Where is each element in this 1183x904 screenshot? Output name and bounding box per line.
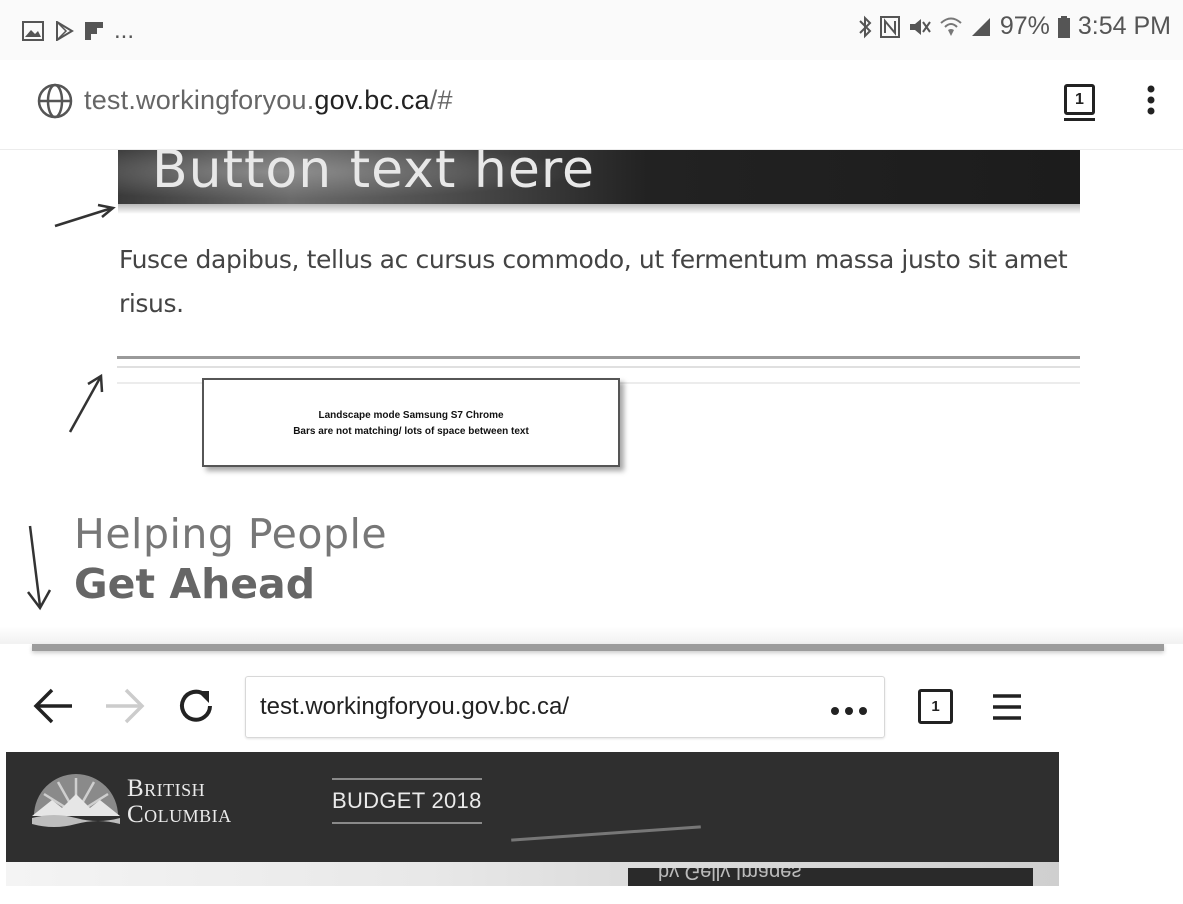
wifi-icon [940, 16, 962, 38]
content-divider-secondary [117, 366, 1080, 368]
battery-percent: 97% [999, 12, 1050, 40]
banner-text: Button text here [152, 150, 596, 200]
flipboard-icon [84, 21, 104, 41]
url-prefix: test.workingforyou. [84, 85, 315, 115]
status-bar: ... 97% 3:54 PM [0, 0, 1183, 60]
back-arrow-icon[interactable] [32, 686, 76, 731]
url-suffix: /# [429, 85, 453, 115]
hero-heading-line-1: Helping People [74, 510, 388, 558]
firefox-tabs-button[interactable]: 1 [918, 689, 953, 724]
hero-heading-line-2: Get Ahead [74, 560, 316, 608]
system-icons: 97% 3:54 PM [858, 12, 1171, 41]
notification-icons: ... [22, 17, 134, 45]
more-notifications: ... [114, 17, 135, 44]
chrome-address-bar: test.workingforyou.gov.bc.ca/# 1 [0, 60, 1183, 150]
mute-icon [908, 16, 932, 38]
annotation-note: Landscape mode Samsung S7 Chrome Bars ar… [202, 378, 620, 467]
annotation-streak [511, 825, 701, 842]
annotation-line-1: Landscape mode Samsung S7 Chrome [318, 410, 504, 421]
bc-logo-icon[interactable] [28, 762, 124, 839]
nfc-icon [879, 15, 900, 38]
bc-wordmark: British Columbia [127, 776, 232, 828]
annotation-arrow-right [54, 203, 116, 228]
page-actions-more-icon[interactable] [830, 703, 868, 721]
hero-image-credit-band: by Gelly Images [628, 868, 1033, 886]
reload-icon[interactable] [174, 684, 218, 733]
tab-switcher-button[interactable]: 1 [1064, 84, 1095, 121]
firefox-url-text: test.workingforyou.gov.bc.ca/ [260, 693, 570, 720]
bluetooth-icon [858, 15, 872, 39]
mirrored-credit-text: by Gelly Images [658, 868, 802, 883]
battery-icon [1057, 15, 1070, 38]
chrome-url[interactable]: test.workingforyou.gov.bc.ca/# [84, 85, 453, 116]
firefox-toolbar: test.workingforyou.gov.bc.ca/ 1 [0, 662, 1060, 752]
globe-icon[interactable] [36, 82, 74, 125]
annotation-arrow-up [68, 373, 104, 433]
screenshot-divider [32, 644, 1164, 651]
bc-site-header: British Columbia BUDGET 2018 [6, 752, 1059, 862]
signal-icon [970, 16, 992, 38]
banner-shadow [118, 204, 1080, 214]
firefox-url-bar[interactable]: test.workingforyou.gov.bc.ca/ [245, 676, 885, 738]
annotation-arrow-down [27, 525, 52, 611]
bc-wordmark-line-2: Columbia [127, 801, 232, 828]
kebab-menu-icon[interactable] [1145, 84, 1157, 121]
annotation-line-2: Bars are not matching/ lots of space bet… [293, 426, 529, 437]
clock: 3:54 PM [1077, 12, 1171, 40]
bc-wordmark-line-1: British [127, 775, 206, 802]
content-divider [117, 356, 1080, 359]
forward-arrow-icon[interactable] [102, 686, 146, 731]
section-fade [0, 626, 1183, 644]
play-store-icon [54, 21, 74, 41]
hamburger-menu-icon[interactable] [991, 693, 1023, 726]
budget-2018-link[interactable]: BUDGET 2018 [332, 778, 482, 824]
button-banner[interactable]: Button text here [118, 150, 1080, 204]
gallery-icon [22, 21, 44, 41]
url-domain: gov.bc.ca [314, 85, 430, 115]
body-paragraph: Fusce dapibus, tellus ac cursus commodo,… [119, 245, 1068, 318]
